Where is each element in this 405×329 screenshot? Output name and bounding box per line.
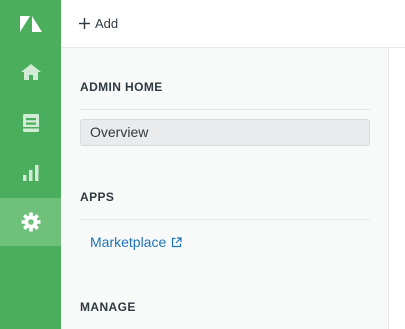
nav-home[interactable] <box>0 48 61 96</box>
nav-item-overview[interactable]: Overview <box>80 119 370 146</box>
nav-item-marketplace[interactable]: Marketplace <box>80 229 370 256</box>
top-bar: Add <box>61 0 405 48</box>
nav-admin[interactable] <box>0 198 61 246</box>
section-divider <box>80 109 370 110</box>
app-window: Add ADMIN HOME Overview APPS Marketplace… <box>0 0 405 329</box>
plus-icon <box>79 17 90 29</box>
nav-item-marketplace-label: Marketplace <box>90 234 167 250</box>
reporting-bar-chart-icon <box>22 165 38 181</box>
add-button[interactable]: Add <box>79 14 118 32</box>
add-button-label: Add <box>95 15 119 31</box>
nav-rail <box>0 0 61 329</box>
external-link-icon <box>172 237 182 248</box>
nav-item-overview-label: Overview <box>90 124 149 140</box>
section-heading-admin-home: ADMIN HOME <box>80 80 163 94</box>
zendesk-logo-icon <box>19 16 42 32</box>
zendesk-logo-button[interactable] <box>0 0 61 48</box>
nav-views[interactable] <box>0 99 61 147</box>
section-heading-manage: MANAGE <box>80 300 136 314</box>
home-icon <box>20 64 41 80</box>
nav-reporting[interactable] <box>0 149 61 197</box>
section-heading-apps: APPS <box>80 190 115 204</box>
admin-gear-icon <box>21 212 40 232</box>
views-inbox-icon <box>22 114 39 132</box>
section-divider <box>80 219 370 220</box>
admin-side-panel: ADMIN HOME Overview APPS Marketplace MAN… <box>61 48 389 329</box>
